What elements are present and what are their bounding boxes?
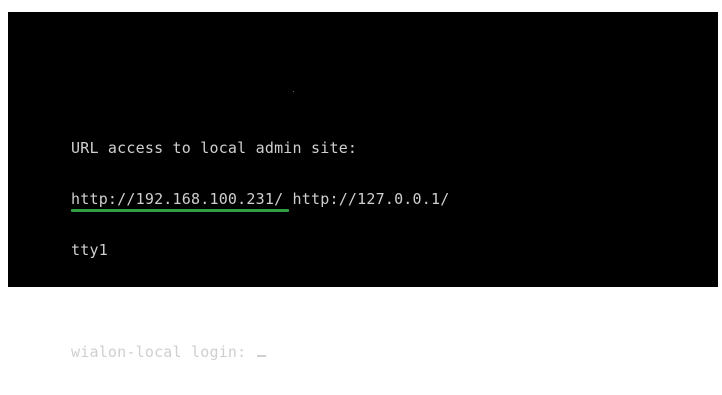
text-cursor[interactable] — [256, 355, 266, 357]
admin-site-header: URL access to local admin site: — [71, 139, 358, 157]
console-output: URL access to local admin site: http://1… — [71, 106, 449, 395]
tty-label: tty1 — [71, 241, 108, 259]
secondary-admin-url[interactable]: http://127.0.0.1/ — [283, 190, 450, 208]
admin-urls-line: http://192.168.100.231/ http://127.0.0.1… — [71, 190, 450, 212]
primary-admin-url[interactable]: http://192.168.100.231/ — [71, 191, 290, 212]
login-prompt: wialon-local login: — [71, 343, 256, 361]
terminal-screen: URL access to local admin site: http://1… — [8, 12, 718, 361]
screen-artifact — [293, 91, 294, 92]
login-line[interactable]: wialon-local login: — [71, 344, 449, 361]
